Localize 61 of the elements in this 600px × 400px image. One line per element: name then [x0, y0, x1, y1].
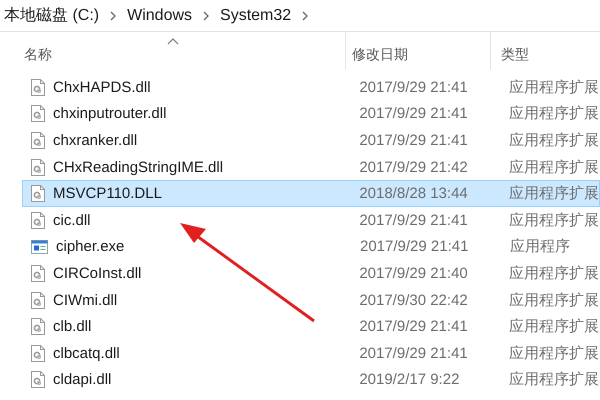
column-header[interactable]: 类型: [490, 32, 600, 70]
modified-date: 2017/9/29 21:41: [358, 78, 469, 96]
file-name: clb.dll: [53, 318, 92, 336]
file-row[interactable]: clbcatq.dll 2017/9/29 21:41 应用程序扩展: [22, 340, 600, 367]
file-name: cldapi.dll: [53, 371, 112, 388]
modified-date: 2017/9/29 21:41: [358, 344, 469, 362]
column-header[interactable]: 名称: [0, 32, 345, 70]
file-name: MSVCP110.DLL: [53, 185, 162, 202]
modified-date: 2017/9/30 22:42: [358, 292, 469, 309]
file-type: 应用程序扩展: [509, 130, 599, 150]
file-name: chxinputrouter.dll: [53, 105, 166, 122]
file-type: 应用程序扩展: [509, 158, 599, 177]
modified-date: 2017/9/29 21:41: [358, 318, 469, 336]
chevron-right-icon[interactable]: [202, 10, 210, 22]
file-type: 应用程序扩展: [509, 317, 599, 336]
file-row[interactable]: chxranker.dll 2017/9/29 21:41 应用程序扩展: [22, 127, 600, 154]
file-row[interactable]: cipher.exe 2017/9/29 21:41 应用程序: [22, 234, 600, 260]
file-name: CHxReadingStringIME.dll: [53, 158, 224, 176]
column-label: 修改日期: [352, 46, 408, 64]
file-type: 应用程序扩展: [509, 264, 599, 283]
file-name: cic.dll: [53, 212, 91, 229]
file-name: ChxHAPDS.dll: [53, 78, 151, 96]
column-label: 名称: [24, 46, 52, 64]
column-header[interactable]: 修改日期: [345, 32, 490, 70]
breadcrumb-item[interactable]: 本地磁盘 (C:): [4, 5, 100, 26]
modified-date: 2017/9/29 21:42: [358, 158, 469, 176]
file-type: 应用程序扩展: [509, 104, 599, 124]
breadcrumb-item[interactable]: Windows: [127, 6, 192, 24]
modified-date: 2019/2/17 9:22: [358, 371, 460, 388]
file-type: 应用程序: [510, 237, 570, 256]
file-name: clbcatq.dll: [53, 344, 120, 362]
file-row[interactable]: CHxReadingStringIME.dll 2017/9/29 21:42 应用程序扩展: [22, 154, 600, 180]
file-type: 应用程序扩展: [509, 370, 599, 390]
modified-date: 2017/9/29 21:41: [358, 105, 469, 122]
file-row[interactable]: MSVCP110.DLL 2018/8/28 13:44 应用程序扩展: [22, 180, 600, 207]
file-row[interactable]: cldapi.dll 2019/2/17 9:22 应用程序扩展: [22, 366, 600, 394]
chevron-right-icon[interactable]: [109, 10, 118, 22]
modified-date: 2017/9/29 21:41: [358, 132, 469, 149]
breadcrumb-item[interactable]: System32: [220, 6, 292, 24]
column-label: 类型: [501, 46, 529, 64]
modified-date: 2017/9/29 21:40: [358, 264, 469, 282]
file-type: 应用程序扩展: [509, 290, 599, 310]
file-type: 应用程序扩展: [509, 210, 599, 230]
file-type: 应用程序扩展: [509, 344, 599, 363]
modified-date: 2018/8/28 13:44: [358, 185, 469, 202]
file-name: chxranker.dll: [53, 132, 138, 149]
file-row[interactable]: cic.dll 2017/9/29 21:41 应用程序扩展: [22, 206, 600, 234]
file-row[interactable]: chxinputrouter.dll 2017/9/29 21:41 应用程序扩展: [22, 100, 600, 128]
file-row[interactable]: CIWmi.dll 2017/9/30 22:42 应用程序扩展: [22, 286, 600, 314]
file-name: cipher.exe: [56, 238, 124, 256]
file-name: CIWmi.dll: [53, 292, 118, 309]
chevron-right-icon[interactable]: [301, 10, 310, 22]
modified-date: 2017/9/29 21:41: [358, 212, 469, 229]
file-row[interactable]: CIRCoInst.dll 2017/9/29 21:40 应用程序扩展: [22, 260, 600, 287]
sort-caret-icon: [166, 38, 178, 45]
file-row[interactable]: clb.dll 2017/9/29 21:41 应用程序扩展: [22, 313, 600, 340]
file-type: 应用程序扩展: [509, 78, 599, 97]
file-row[interactable]: ChxHAPDS.dll 2017/9/29 21:41 应用程序扩展: [22, 74, 600, 101]
file-name: CIRCoInst.dll: [53, 264, 142, 282]
file-type: 应用程序扩展: [509, 184, 599, 204]
modified-date: 2017/9/29 21:41: [359, 238, 470, 256]
